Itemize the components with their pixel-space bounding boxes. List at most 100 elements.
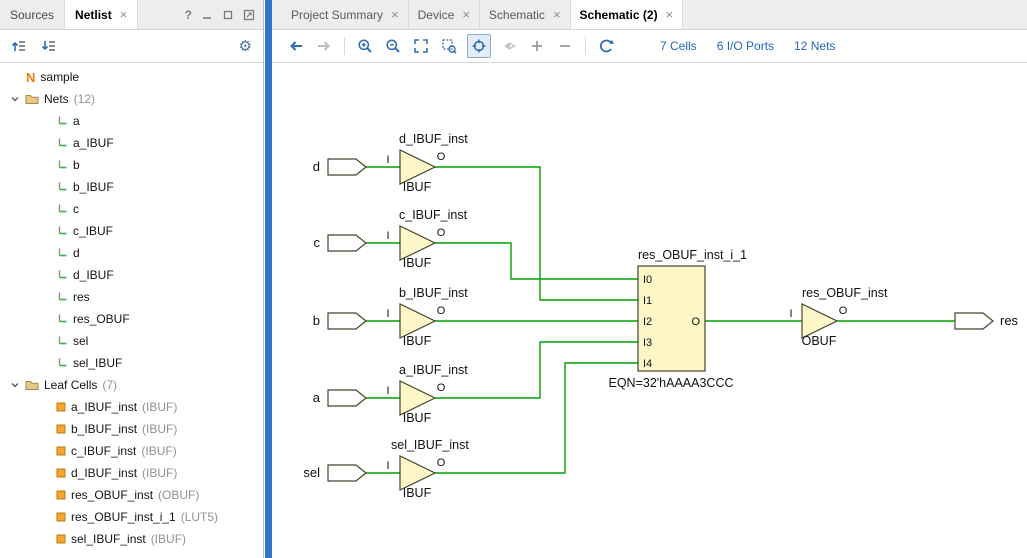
ibuf-cell-c[interactable]: c_IBUF_inst I O IBUF [386,208,467,270]
forward-icon[interactable] [314,36,334,56]
expand-all-icon[interactable] [41,38,57,54]
tree-item-net[interactable]: b_IBUF [0,176,263,198]
maximize-icon[interactable] [243,9,255,21]
close-icon[interactable]: × [462,8,470,21]
tree-item-net[interactable]: b [0,154,263,176]
tree-item-sample[interactable]: N sample [0,66,263,88]
instance-label: res_OBUF_inst [802,286,888,300]
toolbar-separator [585,37,586,55]
tree-item-cell[interactable]: b_IBUF_inst(IBUF) [0,418,263,440]
tree-group-nets[interactable]: Nets (12) [0,88,263,110]
folder-icon [25,93,39,105]
net-wire-c-ibuf[interactable] [435,243,638,279]
zoom-out-icon[interactable] [383,36,403,56]
pin-label-i: I [386,230,389,242]
collapse-all-icon[interactable] [11,38,27,54]
cell-icon [56,468,66,478]
cell-icon [56,402,66,412]
cell-icon [56,512,66,522]
vivado-window: Sources Netlist × ? ⚙ N sample [0,0,1027,558]
close-icon[interactable]: × [553,8,561,21]
netlist-toolbar: ⚙ [0,30,263,63]
tree-item-cell[interactable]: d_IBUF_inst(IBUF) [0,462,263,484]
close-icon[interactable]: × [666,8,674,21]
close-icon[interactable]: × [391,8,399,21]
tab-schematic-2[interactable]: Schematic (2)× [571,0,684,29]
ibuf-cell-sel[interactable]: sel_IBUF_inst I O IBUF [386,438,469,500]
tree-item-net[interactable]: a [0,110,263,132]
tab-schematic[interactable]: Schematic× [480,0,571,29]
tree-item-cell[interactable]: a_IBUF_inst(IBUF) [0,396,263,418]
instance-label: sel_IBUF_inst [391,438,469,452]
tree-item-net[interactable]: c_IBUF [0,220,263,242]
zoom-fit-icon[interactable] [411,36,431,56]
net-wire-d-ibuf[interactable] [435,167,638,300]
pin-label-i2: I2 [643,316,652,328]
tree-item-net[interactable]: d [0,242,263,264]
tree-item-net[interactable]: c [0,198,263,220]
lut5-cell[interactable]: res_OBUF_inst_i_1 I0 I1 I2 I3 I4 O EQN=3… [608,248,747,390]
add-icon[interactable] [527,36,547,56]
remove-icon[interactable] [555,36,575,56]
output-port-res[interactable]: res [955,313,1019,329]
tree-item-net[interactable]: a_IBUF [0,132,263,154]
chevron-down-icon[interactable] [10,94,20,104]
zoom-in-icon[interactable] [355,36,375,56]
instance-label: a_IBUF_inst [399,363,468,377]
autofit-selection-icon[interactable] [467,34,491,58]
port-label: sel [303,465,320,480]
help-icon[interactable]: ? [185,8,192,22]
cell-icon [56,490,66,500]
tree-item-net[interactable]: res [0,286,263,308]
input-port-d[interactable]: d [313,159,366,175]
input-port-a[interactable]: a [313,390,366,406]
panel-divider[interactable] [265,0,272,558]
cell-type-label: IBUF [403,411,432,425]
pin-label-i: I [789,308,792,320]
tree-item-net[interactable]: sel [0,330,263,352]
obuf-cell[interactable]: res_OBUF_inst I O OBUF [789,286,888,348]
ibuf-cell-d[interactable]: d_IBUF_inst I O IBUF [386,132,468,194]
tree-item-cell[interactable]: c_IBUF_inst(IBUF) [0,440,263,462]
tree-item-net[interactable]: d_IBUF [0,264,263,286]
regenerate-icon[interactable] [596,36,616,56]
equation-label: EQN=32'hAAAA3CCC [608,376,733,390]
tree-item-cell[interactable]: res_OBUF_inst_i_1(LUT5) [0,506,263,528]
input-port-b[interactable]: b [313,313,366,329]
port-label: b [313,313,320,328]
tree-group-leaf-cells[interactable]: Leaf Cells (7) [0,374,263,396]
expand-cone-icon[interactable] [499,36,519,56]
cell-type-label: IBUF [403,334,432,348]
cell-icon [56,534,66,544]
tree-item-net[interactable]: sel_IBUF [0,352,263,374]
cell-icon [56,424,66,434]
tree-item-net[interactable]: res_OBUF [0,308,263,330]
input-port-c[interactable]: c [314,235,367,251]
pin-label-o: O [437,305,446,317]
gear-icon[interactable]: ⚙ [239,39,252,54]
tab-device[interactable]: Device× [409,0,480,29]
minimize-icon[interactable] [201,9,213,21]
schematic-panel: Project Summary× Device× Schematic× Sche… [272,0,1027,558]
input-port-sel[interactable]: sel [303,465,366,481]
chevron-down-icon[interactable] [10,380,20,390]
toolbar-separator [344,37,345,55]
tree-item-cell[interactable]: res_OBUF_inst(OBUF) [0,484,263,506]
ibuf-cell-a[interactable]: a_IBUF_inst I O IBUF [386,363,468,425]
tab-sources[interactable]: Sources [0,0,65,29]
zoom-selection-icon[interactable] [439,36,459,56]
float-icon[interactable] [222,9,234,21]
port-label: res [1000,313,1019,328]
close-icon[interactable]: × [120,8,128,21]
back-icon[interactable] [286,36,306,56]
instance-label: d_IBUF_inst [399,132,468,146]
schematic-canvas[interactable]: d c b a sel [272,63,1027,558]
netlist-panel: Sources Netlist × ? ⚙ N sample [0,0,264,558]
netlist-icon: N [26,70,35,85]
ibuf-cell-b[interactable]: b_IBUF_inst I O IBUF [386,286,468,348]
schematic-stats: 7 Cells 6 I/O Ports 12 Nets [660,39,835,53]
tab-project-summary[interactable]: Project Summary× [282,0,409,29]
tree-item-cell[interactable]: sel_IBUF_inst(IBUF) [0,528,263,550]
pin-label-o: O [437,227,446,239]
tab-netlist[interactable]: Netlist × [65,0,138,29]
